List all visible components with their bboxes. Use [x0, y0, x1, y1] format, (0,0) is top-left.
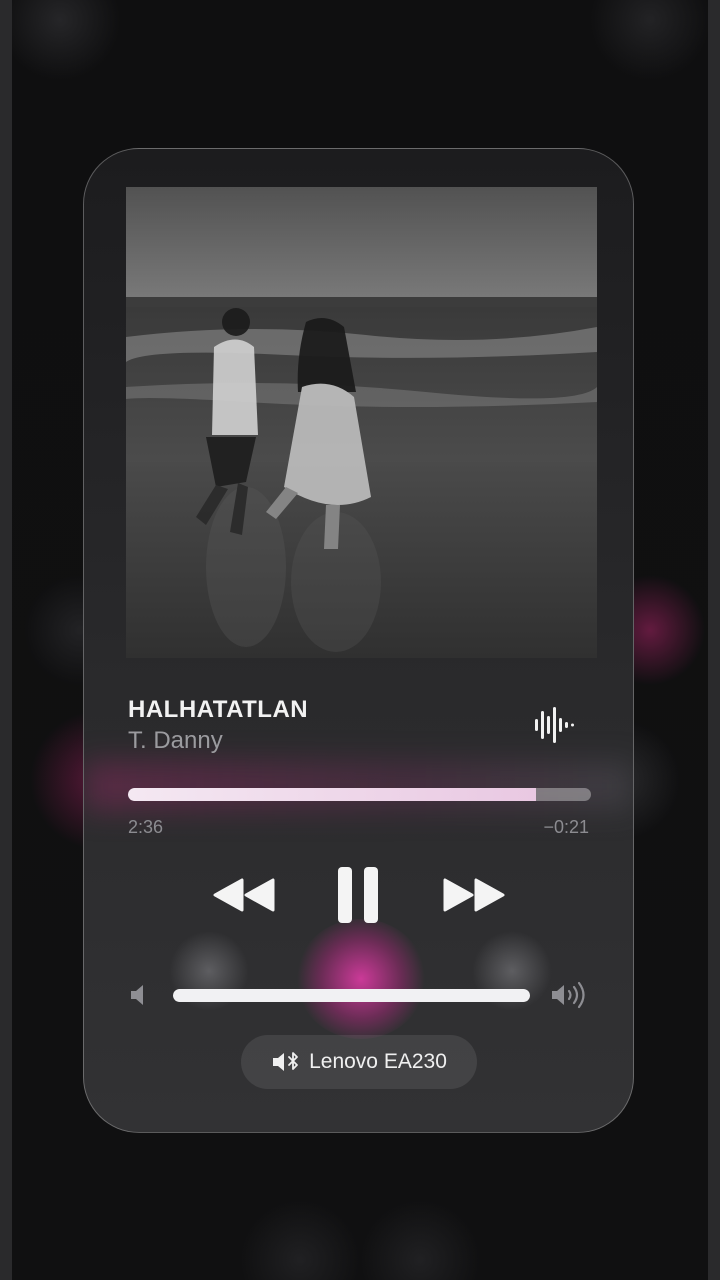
- playback-progress-fill: [128, 788, 536, 801]
- pause-button[interactable]: [334, 865, 384, 925]
- volume-slider[interactable]: [173, 989, 530, 1002]
- speaker-bluetooth-icon: [273, 1052, 298, 1071]
- volume-high-icon: [550, 981, 590, 1009]
- output-device-button[interactable]: Lenovo EA230: [241, 1035, 477, 1089]
- rewind-button[interactable]: [211, 875, 277, 915]
- album-artwork[interactable]: [126, 187, 597, 658]
- fast-forward-button[interactable]: [441, 875, 507, 915]
- output-device-name: Lenovo EA230: [309, 1050, 447, 1073]
- now-playing-card: HALHATATLAN T. Danny 2:36 −0:21 Lenovo E…: [83, 148, 634, 1133]
- elapsed-time: 2:36: [128, 817, 164, 837]
- ambient-glow-band: [84, 761, 633, 811]
- rewind-icon: [213, 878, 275, 912]
- waveform-icon[interactable]: [532, 703, 576, 747]
- track-artist[interactable]: T. Danny: [128, 727, 223, 755]
- background-edge-left: [0, 0, 12, 1280]
- ambient-glow-pink: [296, 919, 426, 1039]
- remaining-time: −0:21: [543, 817, 589, 837]
- pause-icon: [338, 867, 378, 923]
- volume-low-icon: [128, 983, 150, 1007]
- track-title: HALHATATLAN: [128, 696, 309, 723]
- fast-forward-icon: [443, 878, 505, 912]
- volume-slider-fill: [173, 989, 530, 1002]
- playback-progress-bar[interactable]: [128, 788, 591, 801]
- background-edge-right: [708, 0, 720, 1280]
